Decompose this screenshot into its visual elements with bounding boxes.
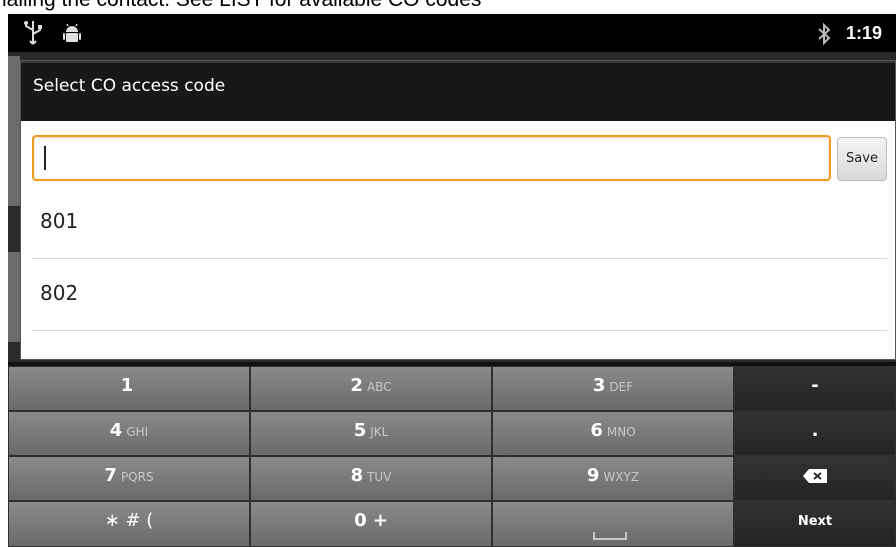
space-icon (593, 532, 627, 540)
co-code-input[interactable] (40, 143, 800, 173)
key-3[interactable]: 3 DEF (492, 366, 734, 411)
key-4[interactable]: 4 GHI (8, 411, 250, 456)
save-button[interactable]: Save (837, 137, 887, 181)
key-9[interactable]: 9 WXYZ (492, 456, 734, 501)
key-8[interactable]: 8 TUV (250, 456, 492, 501)
key-dash[interactable]: - (734, 366, 896, 411)
text-cursor (44, 146, 46, 170)
key-2[interactable]: 2 ABC (250, 366, 492, 411)
code-label: 801 (40, 209, 79, 233)
key-0[interactable]: 0 + (250, 501, 492, 547)
code-list: 801 802 (32, 187, 887, 331)
numeric-keyboard: 1 2 ABC 3 DEF - 4 GHI 5 JKL 6 MNO . 7 PQRS 8 TU… (8, 366, 896, 547)
key-period[interactable]: . (734, 411, 896, 456)
status-clock: 1:19 (846, 23, 883, 43)
delete-key[interactable] (734, 456, 896, 501)
next-key[interactable]: Next (734, 501, 896, 547)
android-debug-icon (63, 23, 81, 42)
code-input-frame[interactable] (32, 135, 831, 181)
key-7[interactable]: 7 PQRS (8, 456, 250, 501)
key-1[interactable]: 1 (8, 366, 250, 411)
usb-icon (24, 21, 42, 45)
backspace-icon (803, 468, 827, 483)
status-bar: 1:19 (8, 14, 896, 52)
bluetooth-icon (818, 22, 831, 46)
instruction-caption: ialling the contact. See LIST for availa… (2, 0, 481, 12)
dialog-header: Select CO access code (21, 61, 895, 121)
space-key[interactable] (492, 501, 734, 547)
key-5[interactable]: 5 JKL (250, 411, 492, 456)
background-divider (8, 252, 20, 342)
key-6[interactable]: 6 MNO (492, 411, 734, 456)
list-item[interactable]: 801 (32, 187, 887, 259)
list-item[interactable]: 802 (32, 259, 887, 331)
co-code-dialog: Select CO access code Save 801 802 (20, 60, 896, 360)
code-label: 802 (40, 281, 79, 305)
device-screen: 1:19 Select CO access code Save 801 802 … (8, 14, 896, 547)
background-divider (8, 56, 20, 206)
dialog-title: Select CO access code (33, 76, 226, 96)
key-symbols[interactable]: ∗ # ( (8, 501, 250, 547)
